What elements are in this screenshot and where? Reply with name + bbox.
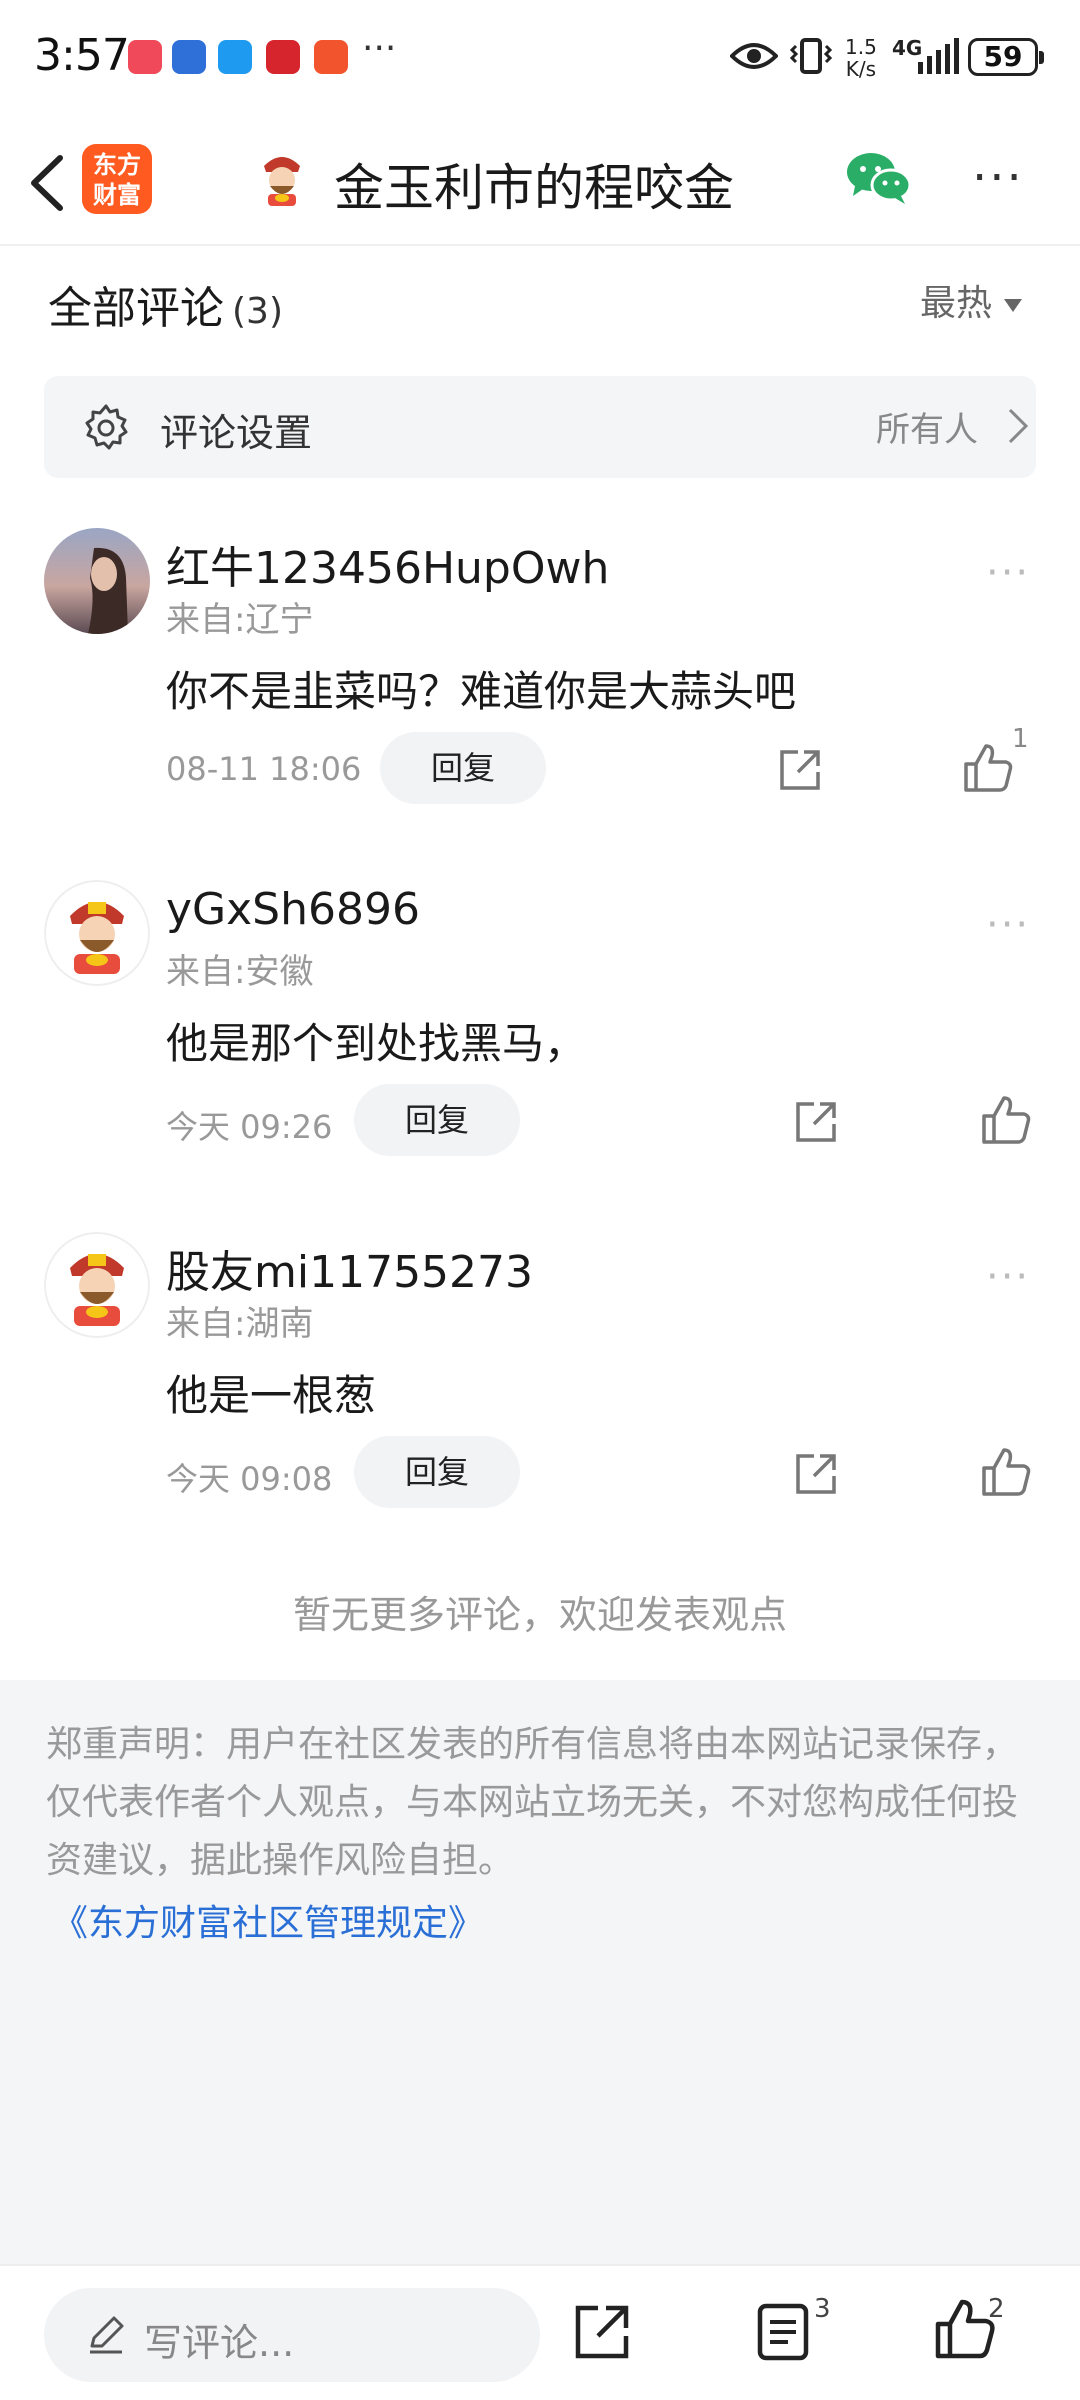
commenter-location: 来自:安徽 — [166, 952, 314, 992]
comment-item: yGxSh6896 来自:安徽 他是那个到处找黑马， 今天 09:26 回复 ·… — [0, 880, 1080, 1220]
avatar[interactable] — [44, 528, 150, 634]
reply-button[interactable]: 回复 — [380, 732, 546, 804]
chevron-right-icon — [1008, 408, 1029, 444]
commenter-name[interactable]: 红牛123456HupOwh — [166, 532, 609, 596]
commenter-location: 来自:湖南 — [166, 1304, 314, 1344]
avatar[interactable] — [44, 880, 150, 986]
list-icon[interactable] — [756, 2302, 812, 2362]
app-logo[interactable]: 东方 财富 — [82, 144, 152, 214]
comment-more-icon[interactable]: ··· — [986, 1254, 1030, 1300]
gear-icon — [85, 404, 128, 450]
cloud-app-icon — [218, 40, 252, 74]
thumbs-up-icon[interactable] — [980, 1094, 1032, 1146]
community-rules-link[interactable]: 《东方财富社区管理规定》 — [52, 1894, 484, 1946]
bottom-bar: 写评论... 3 2 — [0, 2264, 1080, 2400]
commenter-name[interactable]: yGxSh6896 — [166, 884, 420, 935]
avatar[interactable] — [44, 1232, 150, 1338]
status-more-icon: ··· — [362, 28, 397, 69]
wechat-icon[interactable] — [845, 150, 911, 206]
huawei-app-icon — [128, 40, 162, 74]
comment-more-icon[interactable]: ··· — [986, 902, 1030, 948]
net-speed-unit: K/s — [845, 57, 877, 81]
comment-count-badge: 3 — [814, 2294, 831, 2324]
stock-app-icon — [172, 40, 206, 74]
header: 东方 财富 金玉利市的程咬金 ··· — [0, 118, 1080, 246]
status-bar: 3:57 ··· 1.5 K/s 4G 59 — [0, 0, 1080, 118]
comment-time: 08-11 18:06 — [166, 750, 362, 788]
comment-input-placeholder: 写评论... — [144, 2321, 295, 2365]
reply-button[interactable]: 回复 — [354, 1436, 520, 1508]
caret-down-icon — [1004, 298, 1023, 312]
comment-input[interactable]: 写评论... — [44, 2288, 540, 2382]
back-arrow-icon[interactable] — [22, 148, 72, 218]
commenter-name[interactable]: 股友mi11755273 — [166, 1236, 533, 1300]
thumbs-up-icon[interactable] — [980, 1446, 1032, 1498]
comment-item: 红牛123456HupOwh 来自:辽宁 你不是韭菜吗？难道你是大蒜头吧 08-… — [0, 528, 1080, 868]
comment-count: (3) — [232, 291, 283, 332]
comment-text: 你不是韭菜吗？难道你是大蒜头吧 — [166, 667, 797, 716]
flag-app-icon — [314, 40, 348, 74]
comment-time: 今天 09:26 — [166, 1108, 333, 1146]
comment-settings-row[interactable]: 评论设置 所有人 — [44, 376, 1036, 478]
comment-text: 他是那个到处找黑马， — [166, 1019, 587, 1068]
user-avatar-icon[interactable] — [250, 146, 314, 210]
signal-icon — [918, 38, 959, 74]
thumbs-up-icon[interactable] — [934, 2298, 996, 2360]
fortune-god-avatar-icon — [44, 880, 150, 986]
settings-label: 评论设置 — [160, 411, 313, 455]
more-menu-icon[interactable]: ··· — [972, 150, 1024, 206]
vibrate-icon — [789, 38, 833, 74]
logo-line-1: 东方 — [93, 151, 141, 179]
pen-icon — [90, 2316, 124, 2354]
share-icon[interactable] — [792, 1098, 840, 1146]
like-count-badge: 2 — [988, 2294, 1005, 2324]
net-speed: 1.5 K/s — [845, 36, 877, 80]
comments-section-title: 全部评论 (3) — [48, 272, 283, 336]
share-icon[interactable] — [776, 746, 824, 794]
thumbs-up-icon[interactable] — [962, 742, 1014, 794]
fortune-god-avatar-icon — [44, 1232, 150, 1338]
settings-value: 所有人 — [876, 410, 978, 450]
disclaimer-text: 郑重声明：用户在社区发表的所有信息将由本网站记录保存，仅代表作者个人观点，与本网… — [46, 1724, 1019, 1881]
battery-indicator: 59 — [968, 38, 1044, 76]
eye-icon — [730, 43, 778, 69]
photo-avatar-icon — [44, 528, 150, 634]
disclaimer-section: 郑重声明：用户在社区发表的所有信息将由本网站记录保存，仅代表作者个人观点，与本网… — [0, 1680, 1080, 2264]
sort-dropdown[interactable]: 最热 — [920, 274, 1023, 326]
no-more-comments: 暂无更多评论，欢迎发表观点 — [292, 1593, 787, 1637]
reply-button[interactable]: 回复 — [354, 1084, 520, 1156]
net-speed-value: 1.5 — [845, 35, 877, 59]
comment-item: 股友mi11755273 来自:湖南 他是一根葱 今天 09:08 回复 ··· — [0, 1232, 1080, 1572]
status-time: 3:57 — [34, 30, 130, 81]
comment-more-icon[interactable]: ··· — [986, 550, 1030, 596]
share-icon[interactable] — [572, 2302, 632, 2362]
logo-line-2: 财富 — [93, 181, 141, 209]
page-title: 金玉利市的程咬金 — [334, 159, 734, 217]
sort-label: 最热 — [920, 283, 993, 324]
comment-text: 他是一根葱 — [166, 1371, 377, 1420]
e-app-icon — [266, 40, 300, 74]
like-count: 1 — [1012, 724, 1029, 754]
section-title-label: 全部评论 — [48, 283, 224, 334]
share-icon[interactable] — [792, 1450, 840, 1498]
commenter-location: 来自:辽宁 — [166, 600, 314, 640]
comment-time: 今天 09:08 — [166, 1460, 333, 1498]
